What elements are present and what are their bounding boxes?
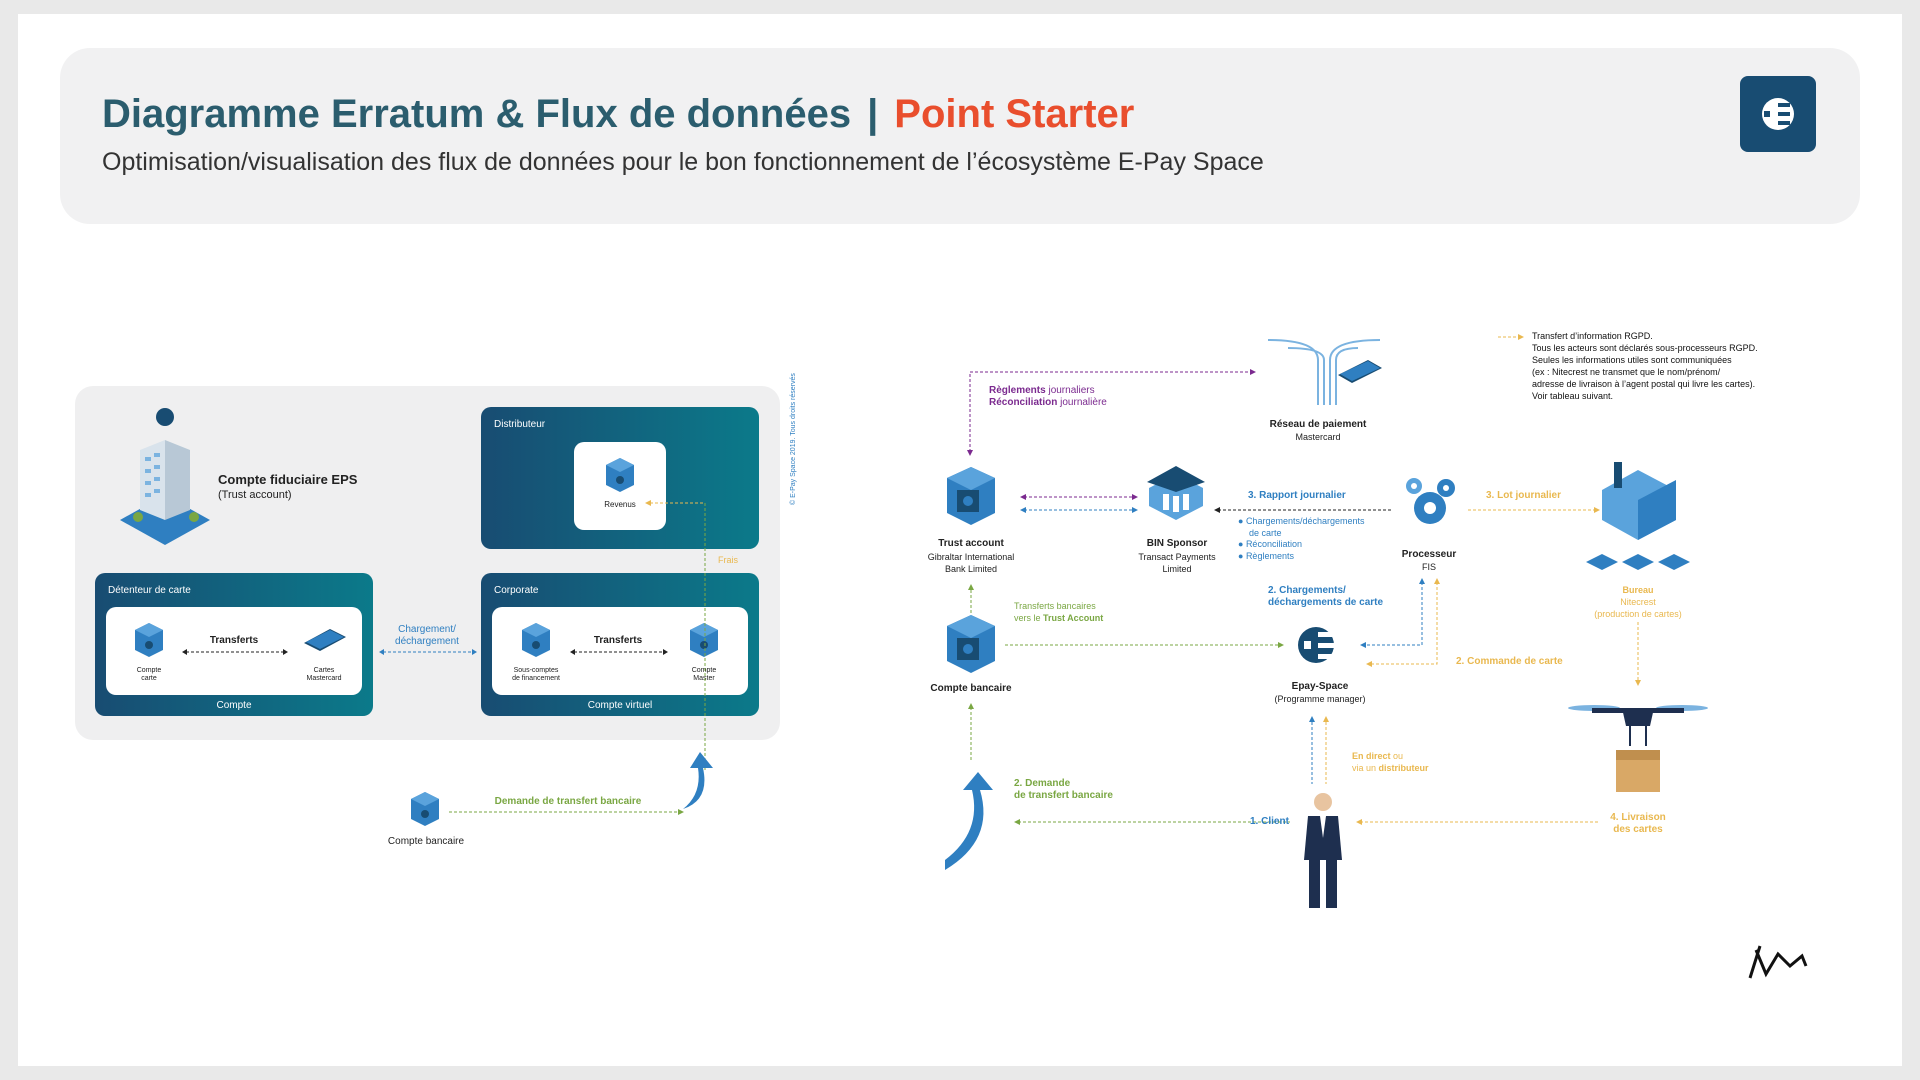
page-title: Diagramme Erratum & Flux de données | Poin…	[102, 92, 1134, 137]
bureau-nitecrest: Nitecrest	[1620, 597, 1656, 607]
rapport-label: 3. Rapport journalier	[1248, 490, 1346, 501]
reseau-title: Réseau de paiement	[1269, 419, 1367, 430]
revenus-card: Revenus	[574, 442, 666, 530]
rapport-bullets: ● Chargements/déchargements de carte ● R…	[1238, 516, 1365, 561]
factory-icon	[1586, 462, 1690, 570]
livraison-label: 4. Livraison des cartes	[1610, 812, 1666, 835]
compte-carte-label: Compte carte	[136, 667, 162, 682]
chargements-label: 2. Chargements/déchargements de carte	[1268, 585, 1384, 608]
trust-safe-icon	[947, 467, 995, 525]
trust-account-title-right: Trust account	[938, 538, 1004, 549]
header-panel: Diagramme Erratum & Flux de données | Poin…	[60, 48, 1860, 224]
corporate-label: Corporate	[494, 585, 539, 596]
demande-label-right: 2. Demande de transfert bancaire	[1014, 778, 1113, 801]
compte-master-label: Compte Master	[691, 667, 717, 682]
trust-account-subtitle-right: Gibraltar International Bank Limited	[927, 552, 1015, 574]
bin-sponsor-title: BIN Sponsor	[1146, 538, 1208, 549]
corporate-card: Sous-comptes de financement Transferts Co…	[492, 607, 748, 695]
drone-icon	[1568, 705, 1708, 792]
rgpd-note: Transfert d’information RGPD. Tous les ac…	[1532, 331, 1758, 401]
processeur-title: Processeur	[1401, 549, 1457, 560]
lot-label: 3. Lot journalier	[1486, 490, 1562, 501]
gears-icon	[1406, 478, 1455, 524]
revenus-label: Revenus	[604, 500, 636, 509]
distributeur-box: Distributeur Revenus	[481, 407, 759, 549]
sous-comptes-label: Sous-comptes de financement	[512, 667, 560, 682]
safe-icon	[411, 792, 439, 826]
direct-label: En direct ou via un distributeur	[1352, 751, 1429, 773]
epay-logo-icon	[1740, 76, 1816, 152]
reconciliation-label: Réconciliation journalière	[989, 397, 1107, 408]
epay-space-icon	[1298, 627, 1336, 663]
trust-account-title: Compte fiduciaire EPS	[218, 472, 358, 487]
epay-subtitle: (Programme manager)	[1274, 694, 1366, 704]
bin-sponsor-subtitle: Transact Payments Limited	[1138, 552, 1216, 574]
transferts-bancaires-label: Transferts bancaires vers le Trust Accoun…	[1014, 601, 1104, 623]
chargement-label: Chargement/déchargement	[395, 624, 459, 647]
demande-label-left: Demande de transfert bancaire	[494, 796, 642, 807]
detenteur-box: Détenteur de carte Compte carte Transfert…	[95, 573, 373, 716]
page-subtitle: Optimisation/visualisation des flux de d…	[102, 148, 1264, 176]
corporate-box: Corporate Sous-comptes de financement Tra…	[481, 573, 759, 716]
detenteur-card: Compte carte Transferts Cartes Mastercard	[106, 607, 362, 695]
client-person-icon	[1304, 793, 1342, 908]
title-accent: Point Starter	[894, 92, 1135, 136]
transferts-label-corporate: Transferts	[593, 635, 643, 646]
transferts-arrow	[182, 649, 288, 655]
transferts-label: Transferts	[209, 635, 259, 646]
safe-icon	[690, 623, 718, 657]
chargement-arrow	[379, 649, 477, 655]
commande-label: 2. Commande de carte	[1456, 656, 1563, 667]
processeur-subtitle: FIS	[1421, 562, 1437, 572]
transferts-arrow-corporate	[570, 649, 668, 655]
trust-building-icon	[120, 408, 210, 545]
title-separator: |	[867, 92, 879, 136]
safe-icon	[522, 623, 550, 657]
epay-title: Epay-Space	[1291, 681, 1349, 692]
title-main: Diagramme Erratum & Flux de données	[102, 92, 852, 136]
copyright-vertical: © E-Pay Space 2019. Tous droits réservés	[790, 373, 797, 505]
reseau-subtitle: Mastercard	[1295, 432, 1341, 442]
cartes-mastercard-label: Cartes Mastercard	[306, 667, 342, 682]
compte-bancaire-label-left: Compte bancaire	[387, 836, 465, 847]
distributeur-label: Distributeur	[494, 419, 546, 430]
payment-network-icon	[1267, 339, 1382, 405]
compte-bancaire-label-right: Compte bancaire	[930, 683, 1012, 694]
bureau-title: Bureau	[1622, 585, 1654, 595]
mastercard-card-icon	[304, 629, 346, 651]
compte-virtuel-footer: Compte virtuel	[587, 700, 653, 711]
bank-safe-icon	[947, 615, 995, 673]
author-mark-icon	[1748, 945, 1808, 979]
frais-label: Frais	[718, 555, 738, 565]
trust-account-subtitle: (Trust account)	[218, 489, 292, 501]
bureau-production: (production de cartes)	[1594, 609, 1682, 619]
bank-icon	[1147, 466, 1205, 520]
client-label: 1. Client	[1250, 816, 1289, 827]
reglements-label: Règlements journaliers	[989, 385, 1095, 396]
compte-footer: Compte	[216, 700, 252, 711]
detenteur-label: Détenteur de carte	[108, 585, 191, 596]
safe-icon	[606, 458, 634, 492]
safe-icon	[135, 623, 163, 657]
